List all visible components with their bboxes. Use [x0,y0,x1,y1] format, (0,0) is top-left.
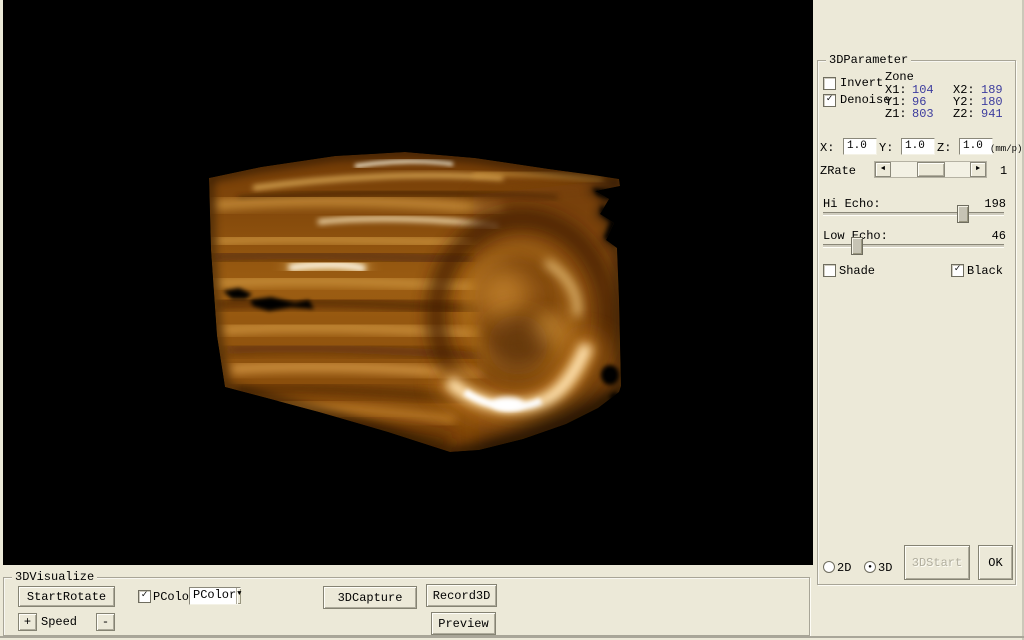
invert-checkbox[interactable] [823,77,836,90]
check-icon: ✓ [826,94,832,105]
zrate-scroll-thumb[interactable] [917,162,945,177]
low-echo-slider[interactable] [823,244,1004,248]
scroll-right-icon[interactable]: ► [970,162,986,177]
scale-x-input[interactable]: 1.0 [843,138,877,155]
invert-label: Invert [840,77,883,89]
zone-z2-value: 941 [981,108,1003,120]
parameter-panel: 3DParameter Invert ✓ Denoise Zone X1: 10… [813,0,1024,640]
zone-z1-value: 803 [912,108,934,120]
scale-x-label: X: [820,142,834,154]
hi-echo-value: 198 [984,198,1006,210]
speed-label: Speed [41,616,77,628]
zone-z1-label: Z1: [885,108,907,120]
window-bottom-border [0,636,1024,638]
check-icon: ✓ [141,590,147,601]
scale-z-label: Z: [937,142,951,154]
low-echo-slider-thumb[interactable] [851,237,863,255]
3dparameter-group: 3DParameter Invert ✓ Denoise Zone X1: 10… [817,60,1016,585]
scale-unit-label: (mm/p) [990,143,1022,155]
zone-title: Zone [885,71,914,83]
group-title: 3DVisualize [12,571,97,584]
pcolor-checkbox[interactable]: ✓ [138,590,151,603]
3dcapture-button[interactable]: 3DCapture [323,586,417,609]
denoise-checkbox[interactable]: ✓ [823,94,836,107]
app-window: 3DParameter Invert ✓ Denoise Zone X1: 10… [0,0,1024,640]
scale-y-input[interactable]: 1.0 [901,138,935,155]
zrate-value: 1 [1000,165,1007,177]
zrate-scrollbar[interactable]: ◄ ► [874,161,987,178]
3d-viewport[interactable] [3,0,813,565]
3dvisualize-group: 3DVisualize StartRotate ✓ PColor PColor … [3,577,810,636]
shade-label: Shade [839,265,875,277]
black-checkbox[interactable]: ✓ [951,264,964,277]
denoise-label: Denoise [840,94,890,106]
speed-plus-button[interactable]: + [18,613,37,631]
hi-echo-slider-thumb[interactable] [957,205,969,223]
scroll-left-icon[interactable]: ◄ [875,162,891,177]
check-icon: ✓ [954,264,960,275]
zrate-label: ZRate [820,165,856,177]
group-title: 3DParameter [826,54,911,67]
volume-render-3d [3,0,813,565]
start-rotate-button[interactable]: StartRotate [18,586,115,607]
black-label: Black [967,265,1003,277]
record3d-button[interactable]: Record3D [426,584,497,607]
scale-z-input[interactable]: 1.0 [959,138,993,155]
pcolor-select[interactable]: PColor ▼ [189,587,241,605]
hi-echo-slider[interactable] [823,212,1004,216]
zrate-scroll-track[interactable] [891,162,970,177]
low-echo-value: 46 [992,230,1006,242]
scale-y-label: Y: [879,142,893,154]
zone-z2-label: Z2: [953,108,975,120]
shade-checkbox[interactable] [823,264,836,277]
visualize-bar: 3DVisualize StartRotate ✓ PColor PColor … [0,565,1024,636]
preview-button[interactable]: Preview [431,612,496,635]
speed-minus-button[interactable]: - [96,613,115,631]
pcolor-select-value: PColor [190,588,236,604]
dropdown-arrow-icon[interactable]: ▼ [236,588,241,604]
hi-echo-label: Hi Echo: [823,198,881,210]
volume-silhouette [209,152,627,456]
